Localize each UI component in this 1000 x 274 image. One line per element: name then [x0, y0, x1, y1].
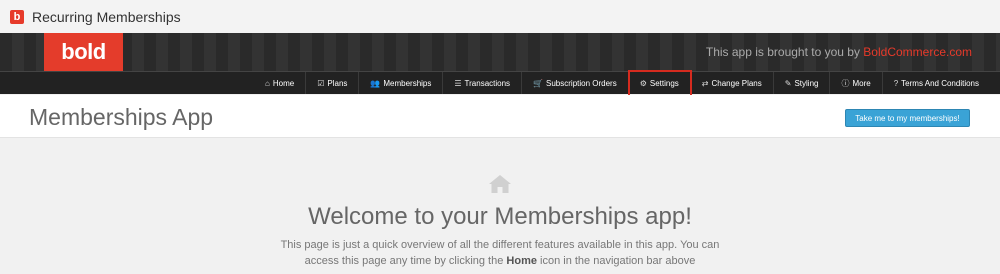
home-icon: ⌂: [265, 78, 270, 88]
boldcommerce-link[interactable]: BoldCommerce.com: [863, 45, 972, 59]
nav-label: Settings: [649, 78, 679, 88]
nav-label: Change Plans: [711, 78, 762, 88]
page-title: Memberships App: [29, 104, 214, 130]
nav-label: More: [852, 78, 871, 88]
nav-item-styling[interactable]: ✎ Styling: [774, 72, 831, 94]
welcome-heading: Welcome to your Memberships app!: [308, 203, 692, 230]
intro-text: This page is just a quick overview of al…: [270, 237, 730, 269]
nav-item-plans[interactable]: ☑ Plans: [306, 72, 360, 94]
nav-label: Transactions: [464, 78, 511, 88]
app-header: bold This app is brought to you by BoldC…: [0, 33, 1000, 71]
checkbox-icon: ☑: [317, 78, 325, 88]
nav-item-home[interactable]: ⌂ Home: [254, 72, 307, 94]
nav-label: Home: [272, 78, 295, 88]
nav-label: Memberships: [383, 78, 432, 88]
question-icon: ?: [893, 78, 899, 88]
bold-logo[interactable]: bold: [44, 33, 123, 71]
nav-item-change-plans[interactable]: ⇄ Change Plans: [691, 72, 774, 94]
page-header: Memberships App Take me to my membership…: [0, 95, 1000, 138]
info-icon: ⓘ: [841, 78, 850, 88]
gears-icon: ⚙: [639, 78, 647, 88]
cart-icon: 🛒: [533, 78, 544, 88]
home-icon: [489, 175, 511, 193]
nav-label: Styling: [794, 78, 819, 88]
take-me-to-memberships-button[interactable]: Take me to my memberships!: [845, 109, 970, 127]
exchange-icon: ⇄: [701, 78, 709, 88]
brought-by-prefix: This app is brought to you by: [705, 45, 864, 59]
users-icon: 👥: [370, 78, 381, 88]
window-title: Recurring Memberships: [32, 8, 181, 25]
nav-item-transactions[interactable]: ☰ Transactions: [443, 72, 523, 94]
nav-label: Terms And Conditions: [901, 78, 979, 88]
window-titlebar: b Recurring Memberships: [0, 0, 1000, 33]
nav-item-memberships[interactable]: 👥 Memberships: [359, 72, 444, 94]
navigation-bar: ⌂ Home ☑ Plans 👥 Memberships ☰ Transactions …: [0, 70, 1000, 102]
nav-label: Subscription Orders: [546, 78, 617, 88]
nav-label: Plans: [327, 78, 348, 88]
nav-menu: ⌂ Home ☑ Plans 👥 Memberships ☰ Transactions …: [254, 70, 990, 102]
nav-item-subscription-orders[interactable]: 🛒 Subscription Orders: [522, 72, 629, 94]
brought-by-text: This app is brought to you by BoldCommer…: [706, 45, 972, 59]
brush-icon: ✎: [784, 78, 792, 88]
nav-item-terms[interactable]: ? Terms And Conditions: [883, 72, 990, 94]
intro-text-part-2: icon in the navigation bar above: [536, 255, 696, 267]
welcome-section: Welcome to your Memberships app! This pa…: [0, 139, 1000, 274]
list-icon: ☰: [454, 78, 462, 88]
intro-home-emphasis: Home: [506, 255, 537, 267]
nav-item-more[interactable]: ⓘ More: [830, 72, 883, 94]
app-icon: b: [10, 9, 24, 24]
